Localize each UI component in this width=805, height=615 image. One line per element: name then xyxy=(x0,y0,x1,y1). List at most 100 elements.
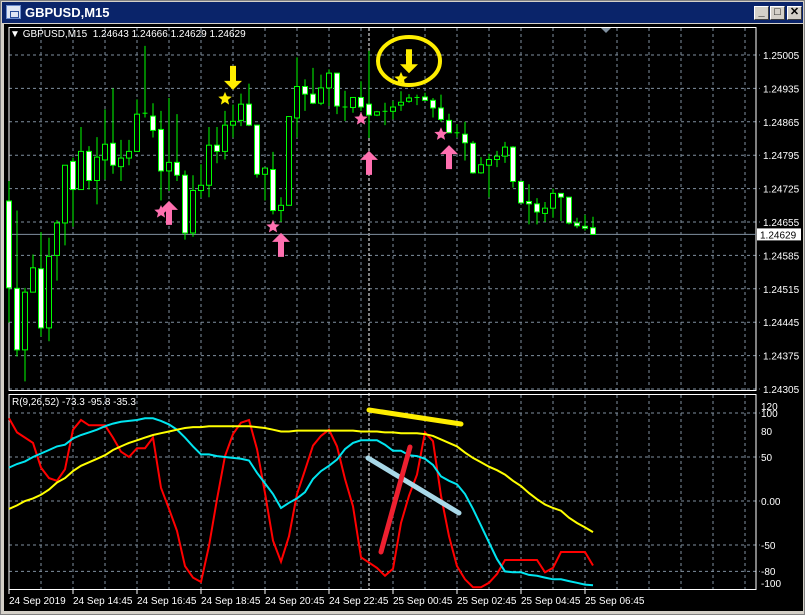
candle-bear xyxy=(366,103,372,116)
candle-bear xyxy=(534,203,540,213)
close-button[interactable]: ✕ xyxy=(787,6,802,20)
price-tick-label: 1.24375 xyxy=(763,352,800,363)
buy-arrow-up-icon xyxy=(360,150,378,175)
sell-arrow-down-icon xyxy=(400,49,418,74)
candle-bull xyxy=(238,103,244,121)
candle-bear xyxy=(38,268,44,329)
candle-bull xyxy=(206,144,212,186)
candle-bull xyxy=(550,192,556,209)
candle-bull xyxy=(62,164,68,224)
candle-bull xyxy=(326,72,332,89)
indicator-header: R(9,26,52) -73.3 -95.8 -35.3 xyxy=(12,397,136,408)
candle-bear xyxy=(150,115,156,131)
candle-bull xyxy=(486,158,492,166)
candle-bear xyxy=(574,222,580,227)
candle-bear xyxy=(446,119,452,134)
candle-bear xyxy=(14,287,20,351)
chart-canvas[interactable]: 1.25005 1.24935 1.24865 1.24795 1.24725 1.246… xyxy=(4,24,803,611)
candle-bear xyxy=(270,169,276,212)
candle-bull xyxy=(222,124,228,152)
minimize-button[interactable]: _ xyxy=(754,6,769,20)
price-tick-label: 1.24445 xyxy=(763,318,800,329)
price-tick-label: 1.24795 xyxy=(763,151,800,162)
candle-bull xyxy=(102,143,108,161)
time-tick-label: 24 Sep 20:45 xyxy=(265,596,325,607)
price-tick-label: 1.24585 xyxy=(763,251,800,262)
main-pane-frame xyxy=(8,27,757,391)
time-tick-label: 24 Sep 2019 xyxy=(9,596,66,607)
price-tick-label: 1.24865 xyxy=(763,118,800,129)
buy-arrow-up-icon xyxy=(272,232,290,257)
candle-bull xyxy=(406,97,412,102)
candle-bull xyxy=(542,207,548,214)
title-bar[interactable]: GBPUSD,M15 _ □ ✕ xyxy=(2,2,803,23)
candle-bull xyxy=(126,150,132,159)
chart-shift-marker-icon[interactable] xyxy=(601,28,611,33)
candle-bull xyxy=(494,155,500,160)
candle-bear xyxy=(526,200,532,205)
candle-bull xyxy=(502,146,508,157)
candle-bull xyxy=(230,120,236,126)
candle-bull xyxy=(374,111,380,116)
chart-header: ▼ GBPUSD,M15 1.24643 1.24666 1.24629 1.2… xyxy=(10,29,246,40)
current-price-label: 1.24629 xyxy=(760,230,797,241)
candle-bull xyxy=(278,204,284,212)
candle-bull xyxy=(166,161,172,172)
candle-bull xyxy=(46,255,52,329)
chart-svg[interactable]: 1.25005 1.24935 1.24865 1.24795 1.24725 1.246… xyxy=(4,24,803,611)
candle-bull xyxy=(22,291,28,351)
candle-bull xyxy=(350,96,356,108)
indicator-level-label: 80 xyxy=(761,427,773,438)
candle-bear xyxy=(470,142,476,174)
candle-bear xyxy=(334,72,340,107)
candle-bear xyxy=(302,85,308,95)
indicator-level-label: 100 xyxy=(761,409,778,420)
candle-bear xyxy=(438,107,444,120)
candle-bear xyxy=(6,200,12,289)
candle-bear xyxy=(310,93,316,104)
time-tick-label: 24 Sep 22:45 xyxy=(329,596,389,607)
sell-star-icon xyxy=(218,91,232,105)
trendline-yellow[interactable] xyxy=(366,407,464,427)
time-tick-label: 25 Sep 04:45 xyxy=(521,596,581,607)
buy-arrow-up-icon xyxy=(440,145,458,170)
candle-bear xyxy=(174,161,180,176)
price-tick-label: 1.24725 xyxy=(763,185,800,196)
candle-bear xyxy=(70,160,76,191)
trendline-light-blue[interactable] xyxy=(365,455,462,516)
candle-bear xyxy=(254,124,260,175)
candle-bull xyxy=(30,267,36,293)
time-tick-label: 25 Sep 02:45 xyxy=(457,596,517,607)
indicator-level-label: -50 xyxy=(761,541,776,552)
price-tick-label: 1.24935 xyxy=(763,84,800,95)
indicator-level-label: -80 xyxy=(761,567,776,578)
chart-symbol: GBPUSD,M15 xyxy=(22,29,88,40)
buy-star-icon xyxy=(354,111,368,125)
candle-bear xyxy=(182,174,188,234)
candle-bear xyxy=(86,150,92,181)
candle-bear xyxy=(462,133,468,144)
chart-menu-arrow-icon[interactable]: ▼ xyxy=(10,29,20,40)
candle-bear xyxy=(430,99,436,109)
time-tick-label: 24 Sep 18:45 xyxy=(201,596,261,607)
candle-bull xyxy=(134,113,140,152)
chart-window-icon xyxy=(6,5,21,19)
candle-bear xyxy=(158,128,164,172)
time-tick-label: 24 Sep 16:45 xyxy=(137,596,197,607)
candle-bear xyxy=(422,96,428,101)
chart-window: GBPUSD,M15 _ □ ✕ 1.25005 1.24935 1.24865 1.… xyxy=(0,0,805,615)
candle-bull xyxy=(190,190,196,234)
price-tick-label: 1.24515 xyxy=(763,285,800,296)
indicator-pane-frame xyxy=(8,394,757,590)
price-tick-label: 1.25005 xyxy=(763,51,800,62)
time-tick-label: 25 Sep 06:45 xyxy=(585,596,645,607)
candle-bull xyxy=(198,184,204,192)
candle-bear xyxy=(566,196,572,224)
window-title: GBPUSD,M15 xyxy=(25,5,110,20)
trendline-red[interactable] xyxy=(378,444,413,555)
price-tick-label: 1.24305 xyxy=(763,385,800,396)
indicator-line-period-9 xyxy=(8,417,594,589)
chart-ohlc: 1.24643 1.24666 1.24629 1.24629 xyxy=(92,29,246,40)
buy-star-icon xyxy=(434,127,448,140)
maximize-button[interactable]: □ xyxy=(770,6,785,20)
